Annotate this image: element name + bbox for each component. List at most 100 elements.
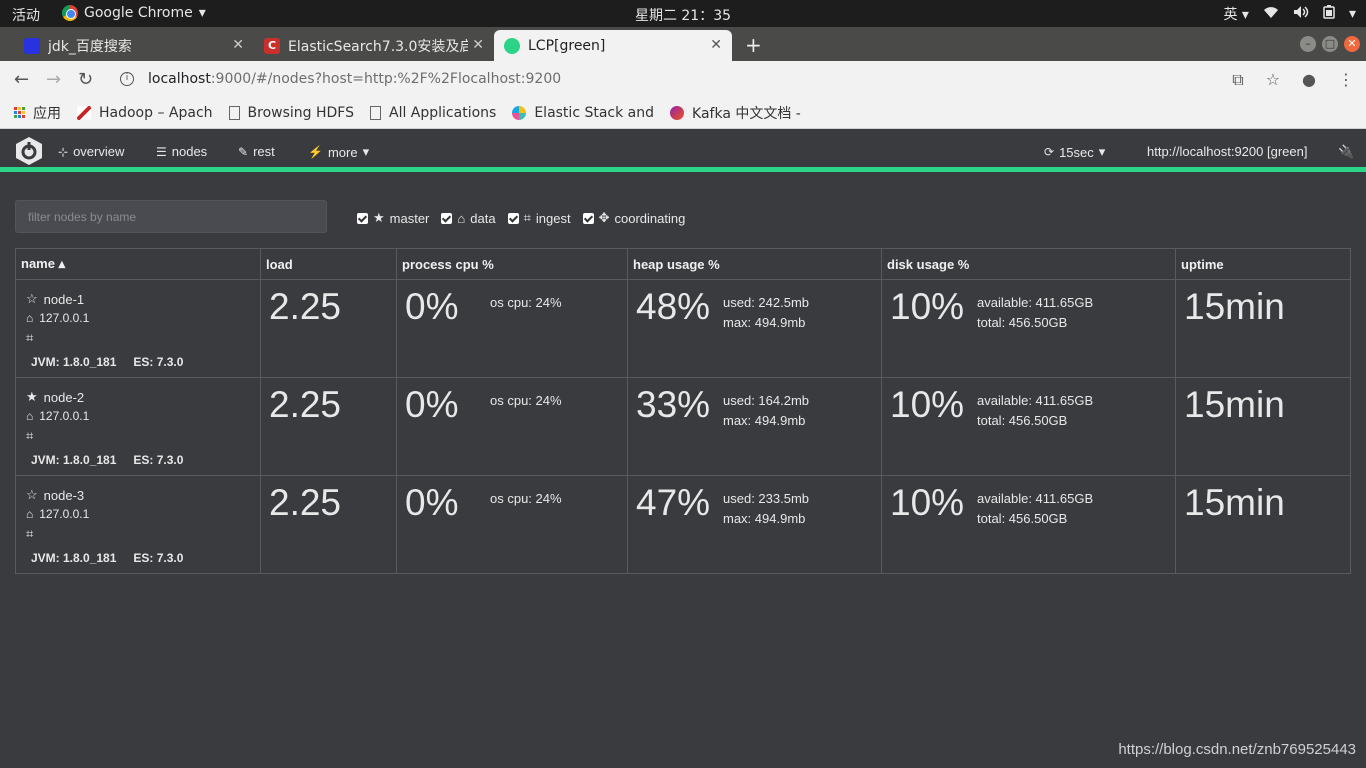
os-cpu: os cpu: 24% (490, 393, 562, 408)
crop-icon: ⌗ (26, 428, 34, 443)
bookmark-label: Browsing HDFS (247, 104, 354, 121)
maximize-icon[interactable]: □ (1322, 36, 1338, 52)
minimize-icon[interactable]: – (1300, 36, 1316, 52)
cpu-value: 0% (405, 384, 459, 425)
column-header-heap[interactable]: heap usage % (627, 248, 882, 280)
ingest-checkbox[interactable] (507, 212, 519, 224)
forward-icon[interactable]: → (46, 69, 61, 90)
column-header-uptime[interactable]: uptime (1175, 248, 1351, 280)
battery-icon[interactable] (1323, 5, 1335, 23)
uptime-cell: 15min (1175, 279, 1351, 378)
cpu-value: 0% (405, 482, 459, 523)
disk-cell: 10% available: 411.65GB total: 456.50GB (881, 475, 1176, 574)
toolbar: ← → ↻ i localhost:9000/#/nodes?host=http… (0, 61, 1366, 97)
wifi-icon[interactable] (1263, 5, 1279, 23)
filter-coordinating[interactable]: ✥ coordinating (582, 210, 685, 226)
back-icon[interactable]: ← (14, 69, 29, 90)
address-bar[interactable]: i localhost:9000/#/nodes?host=http:%2F%2… (112, 65, 1252, 93)
disk-available: available: 411.65GB (977, 491, 1094, 506)
table-row: ★ node-2 ⌂ 127.0.0.1 ⌗ JVM: 1.8.0_181 ES: 7… (15, 377, 1351, 476)
disconnect-plug-icon[interactable]: 🔌 (1338, 144, 1354, 160)
node-name-cell: ☆ node-1 ⌂ 127.0.0.1 ⌗ JVM: 1.8.0_181 ES: 7… (15, 279, 261, 378)
bookmark-all-applications[interactable]: All Applications (370, 105, 496, 121)
refresh-interval-label: 15sec (1059, 144, 1094, 160)
node-ip-label: 127.0.0.1 (39, 311, 90, 325)
input-method-indicator[interactable]: 英 ▾ (1223, 4, 1248, 24)
tab-title: ElasticSearch7.3.0安装及启 (288, 38, 468, 55)
filter-nodes-input[interactable]: filter nodes by name (15, 200, 327, 233)
app-menu[interactable]: Google Chrome ▾ (62, 5, 206, 21)
bookmark-label: 应用 (33, 105, 61, 122)
uptime-value: 15min (1184, 286, 1285, 327)
tab-cerebro[interactable]: LCP[green] ✕ (494, 30, 732, 61)
reload-icon[interactable]: ↻ (78, 69, 93, 90)
cluster-link[interactable]: http://localhost:9200 [green] (1147, 144, 1307, 159)
cpu-cell: 0% os cpu: 24% (396, 475, 628, 574)
magic-wand-icon: ⚡ (308, 145, 323, 159)
heap-cell: 33% used: 164.2mb max: 494.9mb (627, 377, 882, 476)
filter-master[interactable]: ★ master (357, 210, 429, 226)
column-header-load[interactable]: load (260, 248, 397, 280)
bookmark-browsing-hdfs[interactable]: Browsing HDFS (228, 104, 354, 121)
menu-dots-icon[interactable]: ⋮ (1338, 70, 1354, 90)
activities-button[interactable]: 活动 (12, 5, 40, 25)
system-tray[interactable]: 英 ▾ ▾ (1223, 4, 1356, 24)
filter-data[interactable]: ⌂ data (441, 211, 496, 226)
node-name[interactable]: ★ node-2 (26, 389, 84, 405)
data-checkbox[interactable] (441, 212, 453, 224)
disk-total: total: 456.50GB (977, 315, 1068, 330)
node-name-label: node-3 (43, 487, 85, 503)
tab-baidu[interactable]: jdk_百度搜索 ✕ (14, 30, 254, 61)
volume-icon[interactable] (1293, 5, 1309, 23)
node-name[interactable]: ☆ node-3 (26, 487, 84, 503)
heap-cell: 48% used: 242.5mb max: 494.9mb (627, 279, 882, 378)
new-tab-button[interactable]: + (745, 33, 762, 57)
chrome-icon (62, 5, 78, 21)
nav-rest[interactable]: ✎ rest (238, 144, 275, 159)
close-window-icon[interactable]: ✕ (1344, 36, 1360, 52)
translate-icon[interactable]: ⧉ (1232, 70, 1243, 90)
info-icon[interactable]: i (120, 72, 134, 86)
close-icon[interactable]: ✕ (472, 37, 484, 53)
bookmark-hadoop[interactable]: Hadoop – Apach (77, 105, 213, 121)
nav-more[interactable]: ⚡ more ▾ (308, 144, 369, 160)
bookmark-apps[interactable]: 应用 (14, 103, 61, 123)
star-outline-icon: ☆ (26, 291, 38, 306)
uptime-cell: 15min (1175, 377, 1351, 476)
close-icon[interactable]: ✕ (232, 37, 244, 53)
tab-csdn[interactable]: C ElasticSearch7.3.0安装及启 ✕ (254, 30, 494, 61)
bookmark-kafka[interactable]: Kafka 中文文档 - (670, 103, 801, 123)
account-icon[interactable]: ● (1302, 70, 1316, 90)
node-name-label: node-1 (43, 291, 85, 307)
chevron-down-icon: ▾ (198, 5, 206, 21)
master-checkbox[interactable] (357, 212, 368, 224)
refresh-interval-dropdown[interactable]: ⟳ 15sec ▾ (1044, 144, 1105, 160)
heap-value: 33% (636, 384, 711, 425)
nav-nodes[interactable]: ☰ nodes (156, 144, 207, 159)
coordinating-checkbox[interactable] (582, 212, 594, 224)
edit-icon: ✎ (238, 144, 249, 159)
hdd-icon: ⌂ (26, 507, 34, 521)
es-version: ES: 7.3.0 (133, 551, 184, 565)
system-menu-chevron-icon[interactable]: ▾ (1349, 6, 1356, 22)
node-name[interactable]: ☆ node-1 (26, 291, 84, 307)
nav-overview[interactable]: ⊹ overview (58, 144, 124, 159)
jvm-version: JVM: 1.8.0_181 (31, 355, 117, 369)
heap-cell: 47% used: 233.5mb max: 494.9mb (627, 475, 882, 574)
filter-ingest[interactable]: ⌗ ingest (507, 210, 571, 226)
bookmark-elastic[interactable]: Elastic Stack and (512, 105, 654, 121)
hadoop-icon (77, 105, 91, 120)
heap-max: max: 494.9mb (723, 413, 806, 428)
app-navbar: ⊹ overview ☰ nodes ✎ rest ⚡ more ▾ ⟳ 15s… (0, 130, 1366, 172)
column-header-disk[interactable]: disk usage % (881, 248, 1176, 280)
filter-master-label: master (389, 210, 430, 226)
tab-strip: jdk_百度搜索 ✕ C ElasticSearch7.3.0安装及启 ✕ LC… (0, 27, 1366, 61)
column-header-name[interactable]: name ▴ (15, 248, 261, 280)
close-icon[interactable]: ✕ (710, 37, 722, 53)
heap-used: used: 233.5mb (723, 491, 810, 506)
cerebro-logo[interactable] (14, 136, 44, 166)
column-header-cpu[interactable]: process cpu % (396, 248, 628, 280)
cerebro-icon (504, 37, 520, 54)
bookmark-star-icon[interactable]: ☆ (1266, 70, 1280, 90)
heap-details: used: 233.5mb max: 494.9mb (723, 489, 809, 529)
